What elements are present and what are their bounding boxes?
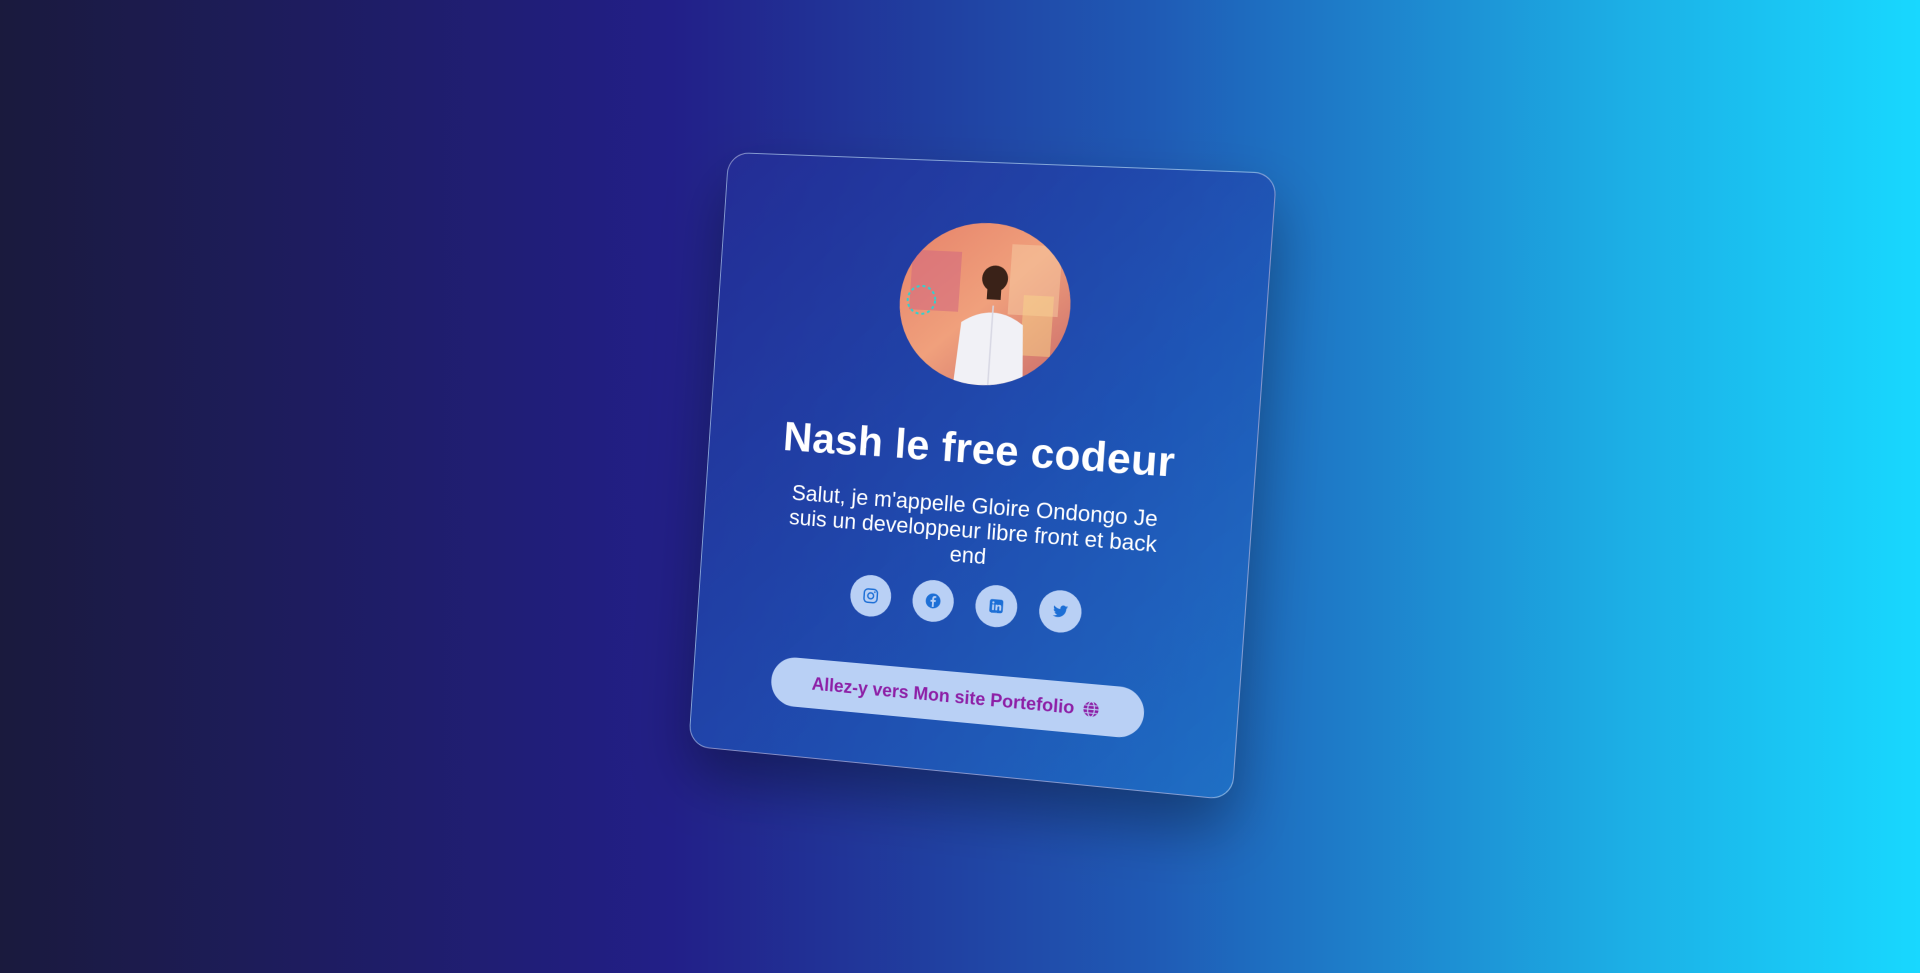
facebook-link[interactable] [911, 578, 956, 624]
stage: Nash le free codeur Salut, je m'appelle … [0, 0, 1920, 973]
linkedin-link[interactable] [974, 583, 1019, 629]
facebook-icon [925, 592, 941, 610]
profile-card: Nash le free codeur Salut, je m'appelle … [688, 151, 1278, 801]
portfolio-button-label: Allez-y vers Mon site Portefolio [811, 673, 1076, 718]
instagram-link[interactable] [848, 573, 893, 619]
avatar [894, 219, 1077, 391]
profile-bio: Salut, je m'appelle Gloire Ondongo Je su… [788, 480, 1159, 570]
globe-icon [1080, 698, 1102, 720]
twitter-icon [1052, 604, 1069, 618]
portfolio-button[interactable]: Allez-y vers Mon site Portefolio [769, 655, 1146, 740]
twitter-link[interactable] [1037, 588, 1083, 635]
instagram-icon [861, 586, 880, 605]
linkedin-icon [989, 598, 1004, 614]
